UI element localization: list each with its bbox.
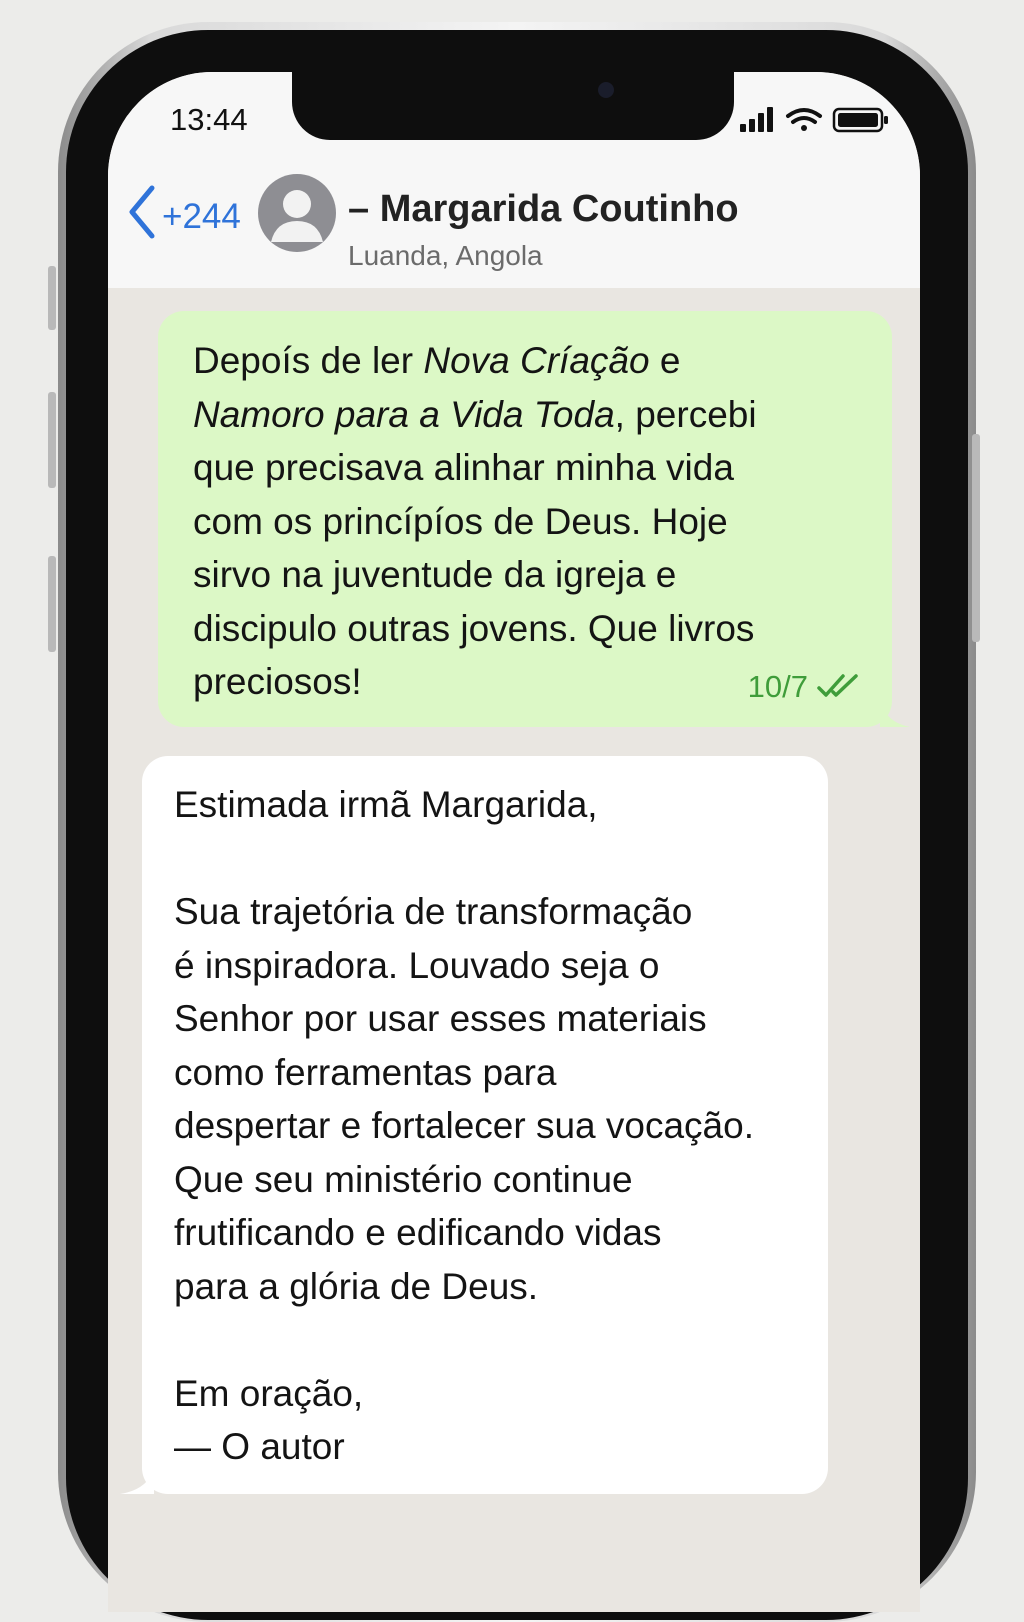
volume-up-button	[48, 392, 56, 488]
book-title: Nova Críação	[423, 340, 650, 381]
notch	[292, 72, 734, 140]
message-line: como ferramentas para	[174, 1051, 557, 1093]
message-line: discipulo outras jovens. Que livros	[193, 602, 862, 656]
volume-down-button	[48, 556, 56, 652]
message-line: para a glória de Deus.	[174, 1265, 539, 1307]
phone-screen: 13:44 +244 – Margarida Coutinho Luanda, …	[108, 72, 920, 1612]
message-line: — O autor	[174, 1426, 345, 1467]
battery-icon	[832, 107, 888, 133]
chat-area[interactable]: Depoís de ler Nova Críação e Namoro para …	[108, 288, 920, 1612]
message-text-run: Depoís de ler	[193, 340, 424, 381]
message-line: Estimada irmã Margarida,	[174, 784, 598, 825]
signal-icon	[740, 107, 773, 132]
message-date: 10/7	[747, 668, 808, 704]
message-line: despertar e fortalecer sua vocação.	[174, 1105, 754, 1146]
message-text-run: preciosos!	[193, 661, 362, 702]
contact-location: Luanda, Angola	[348, 240, 543, 271]
message-line: frutificando e edificando vidas	[174, 1212, 662, 1253]
outgoing-message-text: Depoís de ler Nova Críação e Namoro para …	[193, 334, 862, 709]
message-meta: 10/7	[748, 660, 860, 714]
message-text-run: , percebi	[614, 393, 757, 435]
message-line	[174, 832, 808, 886]
back-button-label[interactable]: +244	[162, 197, 241, 237]
message-line: é inspiradora. Louvado seja o	[174, 944, 660, 986]
message-text-run: sirvo na juventude da igreja e	[193, 554, 677, 595]
message-text-run: com os princípíos de Deus. Hoje	[193, 500, 728, 542]
message-line	[174, 1313, 808, 1367]
wifi-icon	[786, 108, 822, 131]
message-line: Que seu ministério continue	[174, 1158, 633, 1200]
incoming-message-text: Estimada irmã Margarida, Sua trajetória d…	[174, 778, 808, 1474]
chevron-left-icon[interactable]	[124, 182, 160, 242]
chat-header: +244 – Margarida Coutinho Luanda, Angola	[108, 152, 920, 289]
person-icon	[271, 190, 323, 242]
incoming-message-bubble[interactable]: Estimada irmã Margarida, Sua trajetória d…	[120, 756, 828, 1494]
message-line: Sua trajetória de transformação	[174, 891, 693, 932]
power-button	[972, 434, 980, 642]
contact-name[interactable]: – Margarida Coutinho	[348, 188, 739, 231]
avatar[interactable]	[258, 174, 336, 252]
message-line: Namoro para a Vida Toda, percebi	[193, 388, 862, 442]
status-icons	[740, 107, 888, 133]
outgoing-message-bubble[interactable]: Depoís de ler Nova Críação e Namoro para …	[158, 311, 910, 727]
message-line: Senhor por usar esses materiais	[174, 998, 707, 1039]
bubble-tail	[880, 703, 910, 727]
message-line: Depoís de ler Nova Críação e	[193, 334, 862, 388]
bubble-tail	[120, 1470, 154, 1494]
double-check-icon	[817, 674, 858, 697]
message-text-run: que precisava alinhar minha vida	[193, 447, 734, 488]
book-title: Namoro para a Vida Toda	[193, 393, 615, 435]
message-text-run: e	[649, 340, 681, 381]
message-line: sirvo na juventude da igreja e	[193, 548, 862, 602]
status-time: 13:44	[170, 102, 248, 137]
message-line: que precisava alinhar minha vida	[193, 441, 862, 495]
message-text-run: discipulo outras jovens. Que livros	[193, 607, 755, 649]
message-line: Em oração,	[174, 1372, 364, 1414]
message-line: com os princípíos de Deus. Hoje	[193, 495, 862, 549]
mute-switch	[48, 266, 56, 330]
front-camera	[598, 82, 614, 98]
